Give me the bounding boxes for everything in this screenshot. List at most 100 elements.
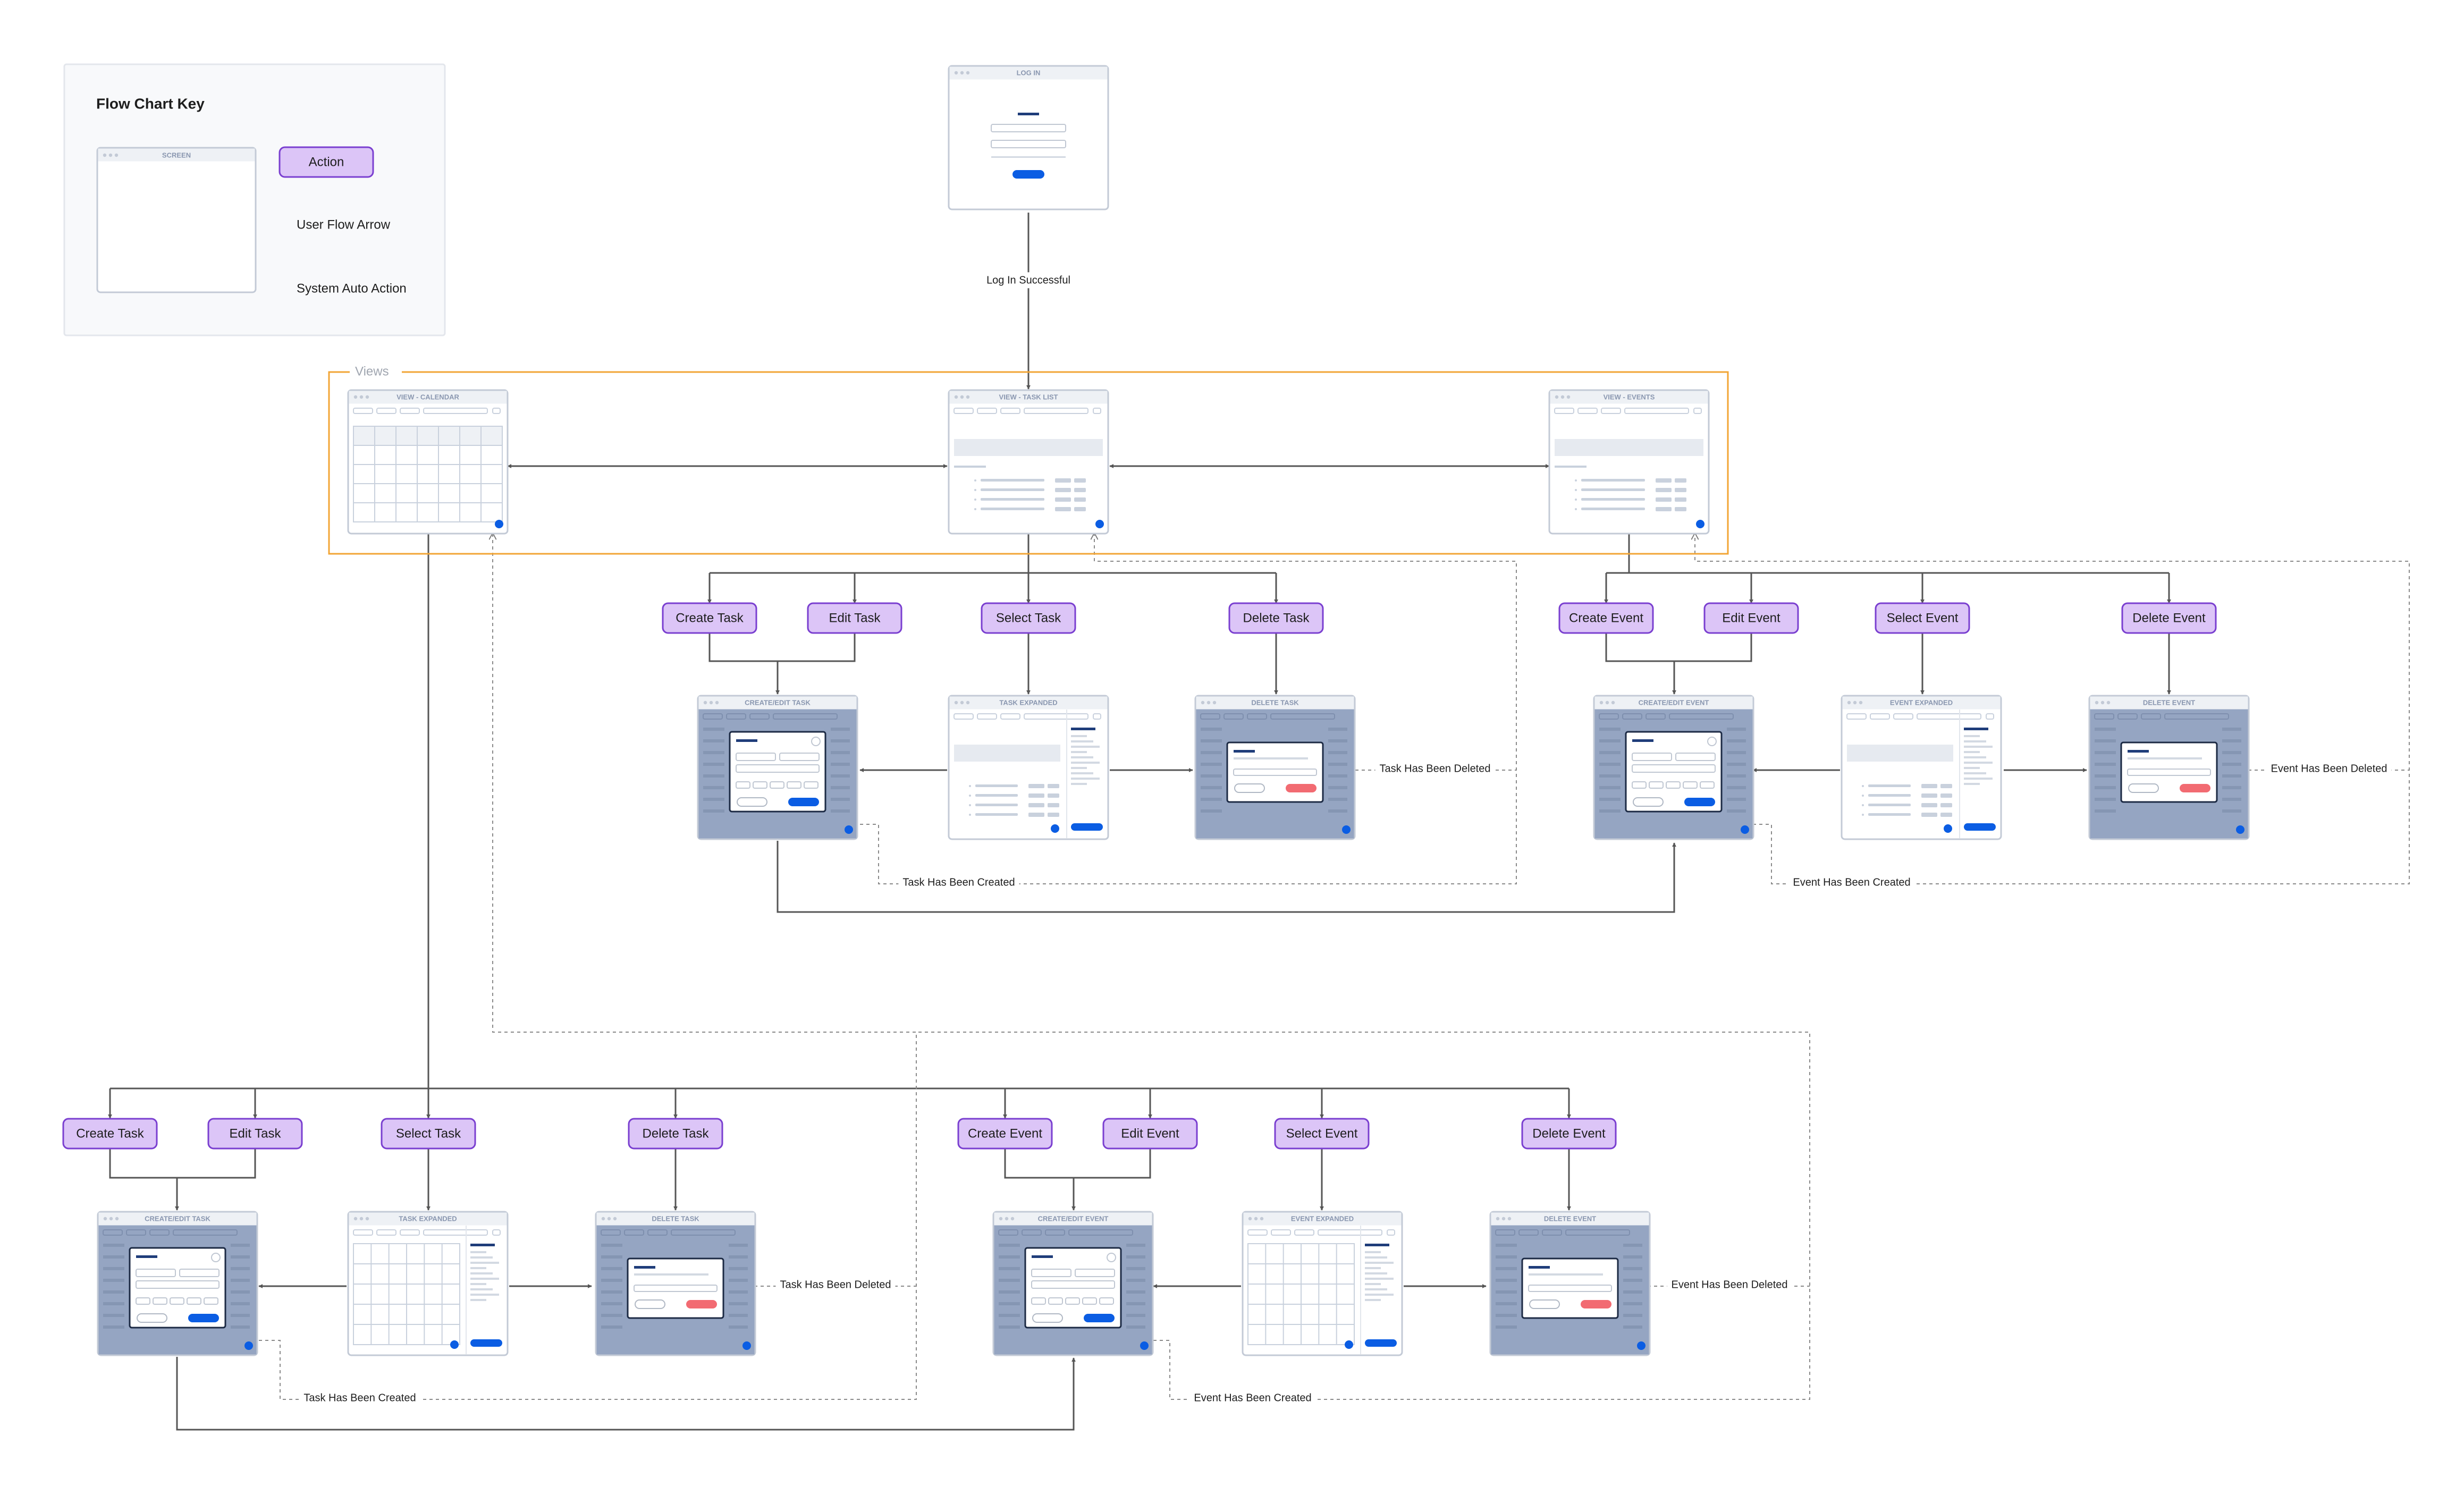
add-fab-icon bbox=[1696, 520, 1704, 528]
window-dot-icon bbox=[115, 1217, 119, 1221]
window-dot-icon bbox=[703, 700, 707, 705]
modal-title bbox=[1234, 750, 1255, 753]
cal-action-delete-event-label: Delete Event bbox=[1532, 1126, 1606, 1141]
bg-line bbox=[601, 1255, 622, 1259]
bg-line bbox=[103, 1255, 124, 1259]
window-dot-icon bbox=[1599, 700, 1604, 705]
bg-line bbox=[1201, 739, 1222, 742]
panel-line bbox=[1365, 1272, 1387, 1274]
cal-task-created-label: Task Has Been Created bbox=[303, 1392, 416, 1404]
bg-line bbox=[999, 1255, 1020, 1259]
bg-line bbox=[601, 1314, 622, 1317]
bg-line bbox=[729, 1255, 748, 1259]
view-task-list-screen[interactable]: VIEW - TASK LIST bbox=[948, 389, 1109, 535]
list-bullet bbox=[1575, 489, 1577, 491]
add-fab-icon bbox=[244, 1341, 253, 1350]
panel-button bbox=[1071, 823, 1103, 831]
cancel-button bbox=[1234, 783, 1265, 793]
bg-line bbox=[703, 774, 724, 778]
add-fab-icon bbox=[845, 825, 853, 834]
screen-title: CREATE/EDIT EVENT bbox=[1038, 1214, 1109, 1222]
flow-arrow bbox=[1004, 1149, 1151, 1179]
cal-task-expanded-screen[interactable]: TASK EXPANDED bbox=[347, 1211, 509, 1356]
bg-line bbox=[703, 786, 724, 789]
bg-line bbox=[231, 1290, 250, 1294]
bg-line bbox=[1496, 1314, 1517, 1317]
list-tag bbox=[1675, 507, 1686, 511]
screen-title: CREATE/EDIT TASK bbox=[145, 1214, 210, 1222]
create-edit-event-screen[interactable]: CREATE/EDIT EVENT bbox=[1593, 695, 1754, 840]
list-tag bbox=[1048, 803, 1059, 807]
delete-event-screen[interactable]: DELETE EVENT bbox=[2088, 695, 2250, 840]
window-dot-icon bbox=[999, 1217, 1003, 1221]
view-calendar-screen[interactable]: VIEW - CALENDAR bbox=[347, 389, 509, 535]
list-tag bbox=[1048, 793, 1059, 798]
bg-line bbox=[1126, 1325, 1145, 1329]
modal-title bbox=[1632, 739, 1653, 742]
list-heading bbox=[1555, 466, 1587, 468]
task-expanded-screen[interactable]: TASK EXPANDED bbox=[948, 695, 1109, 840]
list-banner bbox=[1847, 745, 1953, 762]
login-screen[interactable]: LOG IN bbox=[948, 65, 1109, 210]
cal-delete-event-screen[interactable]: DELETE EVENT bbox=[1489, 1211, 1651, 1356]
list-tag bbox=[1055, 497, 1071, 502]
panel-line bbox=[470, 1272, 493, 1274]
bg-line bbox=[601, 1325, 622, 1329]
action-select-task-label: Select Task bbox=[996, 611, 1061, 625]
cal-delete-task-screen[interactable]: DELETE TASK bbox=[595, 1211, 756, 1356]
create-edit-task-screen[interactable]: CREATE/EDIT TASK bbox=[697, 695, 858, 840]
list-tag bbox=[1028, 813, 1044, 817]
bg-line bbox=[1623, 1255, 1642, 1259]
window-dot-icon bbox=[1605, 700, 1609, 705]
bg-line bbox=[1599, 774, 1621, 778]
cal-event-expanded-screen[interactable]: EVENT EXPANDED bbox=[1242, 1211, 1403, 1356]
list-tag bbox=[1656, 488, 1672, 492]
bg-line bbox=[1599, 798, 1621, 801]
delete-task-screen[interactable]: DELETE TASK bbox=[1194, 695, 1356, 840]
cancel-button bbox=[1529, 1299, 1560, 1309]
panel-line bbox=[1071, 772, 1093, 774]
bg-line bbox=[2222, 774, 2241, 778]
window-dot-icon bbox=[1555, 395, 1559, 399]
cancel-button bbox=[737, 797, 767, 807]
view-events-screen[interactable]: VIEW - EVENTS bbox=[1548, 389, 1710, 535]
modal-title bbox=[736, 739, 757, 742]
list-tag bbox=[1921, 813, 1937, 817]
cal-event-created-label: Event Has Been Created bbox=[1194, 1392, 1311, 1404]
cancel-button bbox=[1032, 1313, 1063, 1323]
event-deleted-label: Event Has Been Deleted bbox=[2271, 763, 2387, 774]
bg-line bbox=[1496, 1244, 1517, 1247]
key-screen-sample bbox=[96, 147, 257, 293]
cal-action-create-task-label: Create Task bbox=[76, 1126, 145, 1141]
save-button bbox=[788, 798, 819, 806]
event-expanded-screen[interactable]: EVENT EXPANDED bbox=[1841, 695, 2002, 840]
window-dot-icon bbox=[960, 71, 964, 75]
save-button bbox=[188, 1314, 219, 1322]
bg-line bbox=[1727, 728, 1746, 731]
bg-line bbox=[1496, 1325, 1517, 1329]
bg-line bbox=[1496, 1279, 1517, 1282]
bg-line bbox=[1623, 1314, 1642, 1317]
bg-line bbox=[1328, 786, 1347, 789]
cal-create-edit-task-screen[interactable]: CREATE/EDIT TASK bbox=[97, 1211, 258, 1356]
list-bullet bbox=[1575, 499, 1577, 501]
bg-line bbox=[2095, 728, 2116, 731]
login-heading bbox=[1018, 113, 1039, 115]
modal-text bbox=[634, 1273, 708, 1276]
list-row bbox=[1868, 813, 1911, 816]
key-system-auto-label: System Auto Action bbox=[297, 281, 407, 295]
list-row bbox=[981, 488, 1044, 491]
cancel-button bbox=[2128, 783, 2159, 793]
screen-title: TASK EXPANDED bbox=[399, 1214, 457, 1222]
panel-line bbox=[1964, 783, 1980, 785]
panel-line bbox=[470, 1267, 486, 1269]
window-dot-icon bbox=[1260, 1217, 1264, 1221]
list-bullet bbox=[974, 499, 976, 501]
panel-line bbox=[1964, 756, 1986, 758]
bg-line bbox=[2095, 763, 2116, 766]
window-dot-icon bbox=[1501, 1217, 1506, 1221]
screen-title: VIEW - CALENDAR bbox=[396, 393, 459, 401]
bg-line bbox=[1201, 809, 1222, 813]
panel-line bbox=[470, 1256, 493, 1259]
cal-create-edit-event-screen[interactable]: CREATE/EDIT EVENT bbox=[992, 1211, 1154, 1356]
